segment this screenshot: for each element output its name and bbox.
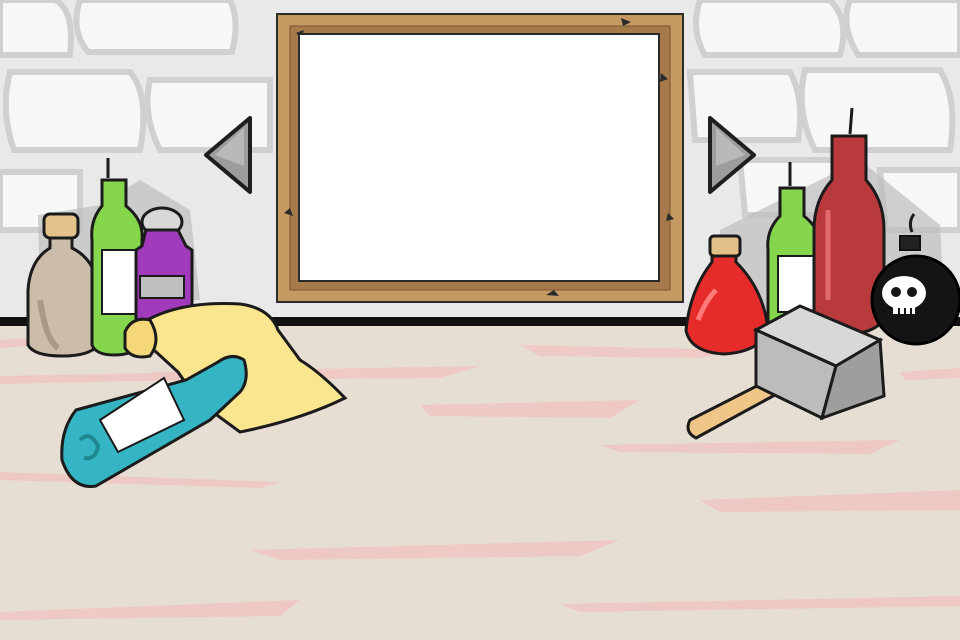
teal-bottle[interactable] xyxy=(60,355,248,488)
game-scene xyxy=(0,0,960,640)
bottle-icon xyxy=(60,355,248,488)
props-layer xyxy=(26,107,960,488)
